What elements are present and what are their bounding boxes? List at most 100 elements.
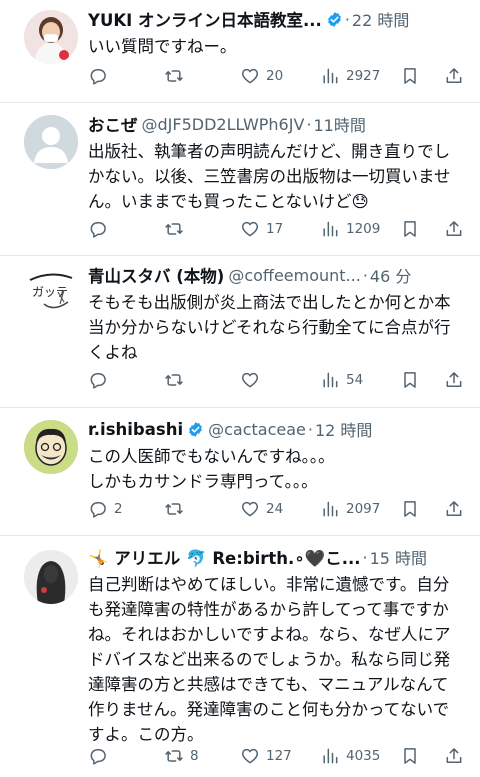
bookmark-button[interactable] — [400, 499, 420, 519]
retweet-icon — [165, 70, 183, 82]
timestamp[interactable]: 12 時間 — [315, 417, 372, 441]
avatar-image — [24, 420, 78, 474]
separator-dot: · — [362, 547, 368, 567]
share-icon — [446, 221, 462, 236]
tweet[interactable]: YUKI オンライン日本語教室... · 22 時間 いい質問ですねー。 20 … — [0, 0, 480, 103]
avatar[interactable]: ガッテ — [24, 264, 78, 318]
share-icon — [446, 501, 462, 516]
like-button[interactable]: 17 — [240, 219, 283, 239]
tweet-header: r.ishibashi @cactaceae · 12 時間 — [88, 416, 464, 442]
action-bar: 2 24 2097 — [88, 497, 464, 521]
timestamp[interactable]: 15 時間 — [370, 545, 427, 569]
retweet-button[interactable] — [164, 370, 190, 390]
retweet-button[interactable] — [164, 219, 190, 239]
like-button[interactable]: 127 — [240, 746, 292, 766]
action-bar: 17 1209 — [88, 217, 464, 241]
analytics-icon — [323, 748, 338, 764]
bookmark-icon — [404, 221, 416, 237]
avatar[interactable] — [24, 550, 78, 604]
action-bar: 20 2927 — [88, 64, 464, 88]
heart-icon — [241, 372, 259, 388]
display-name[interactable]: 青山スタバ (本物) — [88, 263, 224, 287]
reply-button[interactable] — [88, 746, 114, 766]
views-button[interactable]: 54 — [320, 370, 363, 390]
bookmark-button[interactable] — [400, 746, 420, 766]
reply-button[interactable] — [88, 219, 114, 239]
tweet-text: この人医師でもないんですね。。。 しかもカサンドラ専門って。。。 — [88, 447, 335, 491]
share-button[interactable] — [444, 499, 464, 519]
avatar[interactable] — [24, 10, 78, 64]
tweet-text: 自己判断はやめてほしい。非常に遺憾です。自分も発達障害の特性があるから許してって… — [88, 575, 451, 744]
retweet-icon — [165, 503, 183, 515]
tweet[interactable]: 🤸 アリエル 🐬 Re:birth.∘🖤こ... · 15 時間 自己判断はやめ… — [0, 536, 480, 777]
display-name[interactable]: 🤸 アリエル 🐬 Re:birth.∘🖤こ... — [88, 545, 361, 569]
tweet-header: おこぜ @dJF5DD2LLWPh6JV · 11時間 — [88, 111, 464, 137]
display-name[interactable]: おこぜ — [88, 112, 138, 136]
tweet[interactable]: おこぜ @dJF5DD2LLWPh6JV · 11時間 出版社、執筆者の声明読ん… — [0, 103, 480, 256]
user-handle[interactable]: @cactaceae — [208, 420, 306, 439]
like-button[interactable]: 24 — [240, 499, 283, 519]
tweet-header: 🤸 アリエル 🐬 Re:birth.∘🖤こ... · 15 時間 — [88, 544, 464, 570]
retweet-button[interactable] — [164, 66, 190, 86]
timeline-feed: YUKI オンライン日本語教室... · 22 時間 いい質問ですねー。 20 … — [0, 0, 480, 777]
avatar-image — [24, 10, 78, 64]
bookmark-icon — [404, 68, 416, 84]
share-button[interactable] — [444, 746, 464, 766]
tweet-header: 青山スタバ (本物) @coffeemount... · 46 分 — [88, 262, 464, 288]
reply-button[interactable] — [88, 66, 114, 86]
timestamp[interactable]: 46 分 — [370, 263, 411, 287]
bookmark-button[interactable] — [400, 219, 420, 239]
reply-button[interactable] — [88, 370, 114, 390]
separator-dot: · — [362, 265, 368, 285]
retweet-button[interactable]: 8 — [164, 746, 199, 766]
share-button[interactable] — [444, 66, 464, 86]
action-bar: 8 127 4035 — [88, 744, 464, 768]
views-button[interactable]: 1209 — [320, 219, 380, 239]
display-name[interactable]: YUKI オンライン日本語教室... — [88, 7, 322, 31]
tweet[interactable]: ガッテ 青山スタバ (本物) @coffeemount... · 46 分 そも… — [0, 256, 480, 408]
tweet-header: YUKI オンライン日本語教室... · 22 時間 — [88, 6, 464, 32]
reply-icon — [90, 502, 106, 518]
tweet-text: 出版社、執筆者の声明読んだけど、開き直りでしかない。以後、三笠書房の出版物は一切… — [88, 142, 451, 211]
verified-badge-icon — [189, 421, 202, 437]
timestamp[interactable]: 22 時間 — [352, 7, 409, 31]
separator-dot: · — [306, 114, 312, 134]
verified-badge-icon — [328, 11, 341, 27]
like-button[interactable]: 20 — [240, 66, 283, 86]
user-handle[interactable]: @dJF5DD2LLWPh6JV — [142, 115, 305, 134]
like-button[interactable] — [240, 370, 266, 390]
tweet[interactable]: r.ishibashi @cactaceae · 12 時間 この人医師でもない… — [0, 408, 480, 536]
avatar[interactable] — [24, 420, 78, 474]
analytics-icon — [323, 68, 338, 84]
retweet-button[interactable] — [164, 499, 190, 519]
user-handle[interactable]: @coffeemount... — [228, 266, 360, 285]
bookmark-button[interactable] — [400, 66, 420, 86]
analytics-icon — [323, 372, 338, 388]
reply-icon — [90, 222, 106, 238]
views-button[interactable]: 2927 — [320, 66, 380, 86]
reply-icon — [90, 749, 106, 765]
default-avatar-icon — [24, 115, 78, 169]
heart-icon — [241, 501, 259, 517]
retweet-icon — [165, 374, 183, 386]
bookmark-icon — [404, 372, 416, 388]
avatar-image — [24, 550, 78, 604]
share-icon — [446, 748, 462, 763]
bookmark-icon — [404, 748, 416, 764]
views-button[interactable]: 2097 — [320, 499, 380, 519]
bookmark-button[interactable] — [400, 370, 420, 390]
share-button[interactable] — [444, 219, 464, 239]
analytics-icon — [323, 501, 338, 517]
display-name[interactable]: r.ishibashi — [88, 420, 183, 439]
reply-icon — [90, 373, 106, 389]
share-icon — [446, 372, 462, 387]
share-icon — [446, 68, 462, 83]
reply-button[interactable]: 2 — [88, 499, 123, 519]
tweet-text: いい質問ですねー。 — [88, 37, 237, 56]
views-button[interactable]: 4035 — [320, 746, 380, 766]
share-button[interactable] — [444, 370, 464, 390]
avatar-image: ガッテ — [24, 264, 78, 318]
avatar[interactable] — [24, 115, 78, 169]
timestamp[interactable]: 11時間 — [313, 112, 365, 136]
action-bar: 54 — [88, 368, 464, 392]
